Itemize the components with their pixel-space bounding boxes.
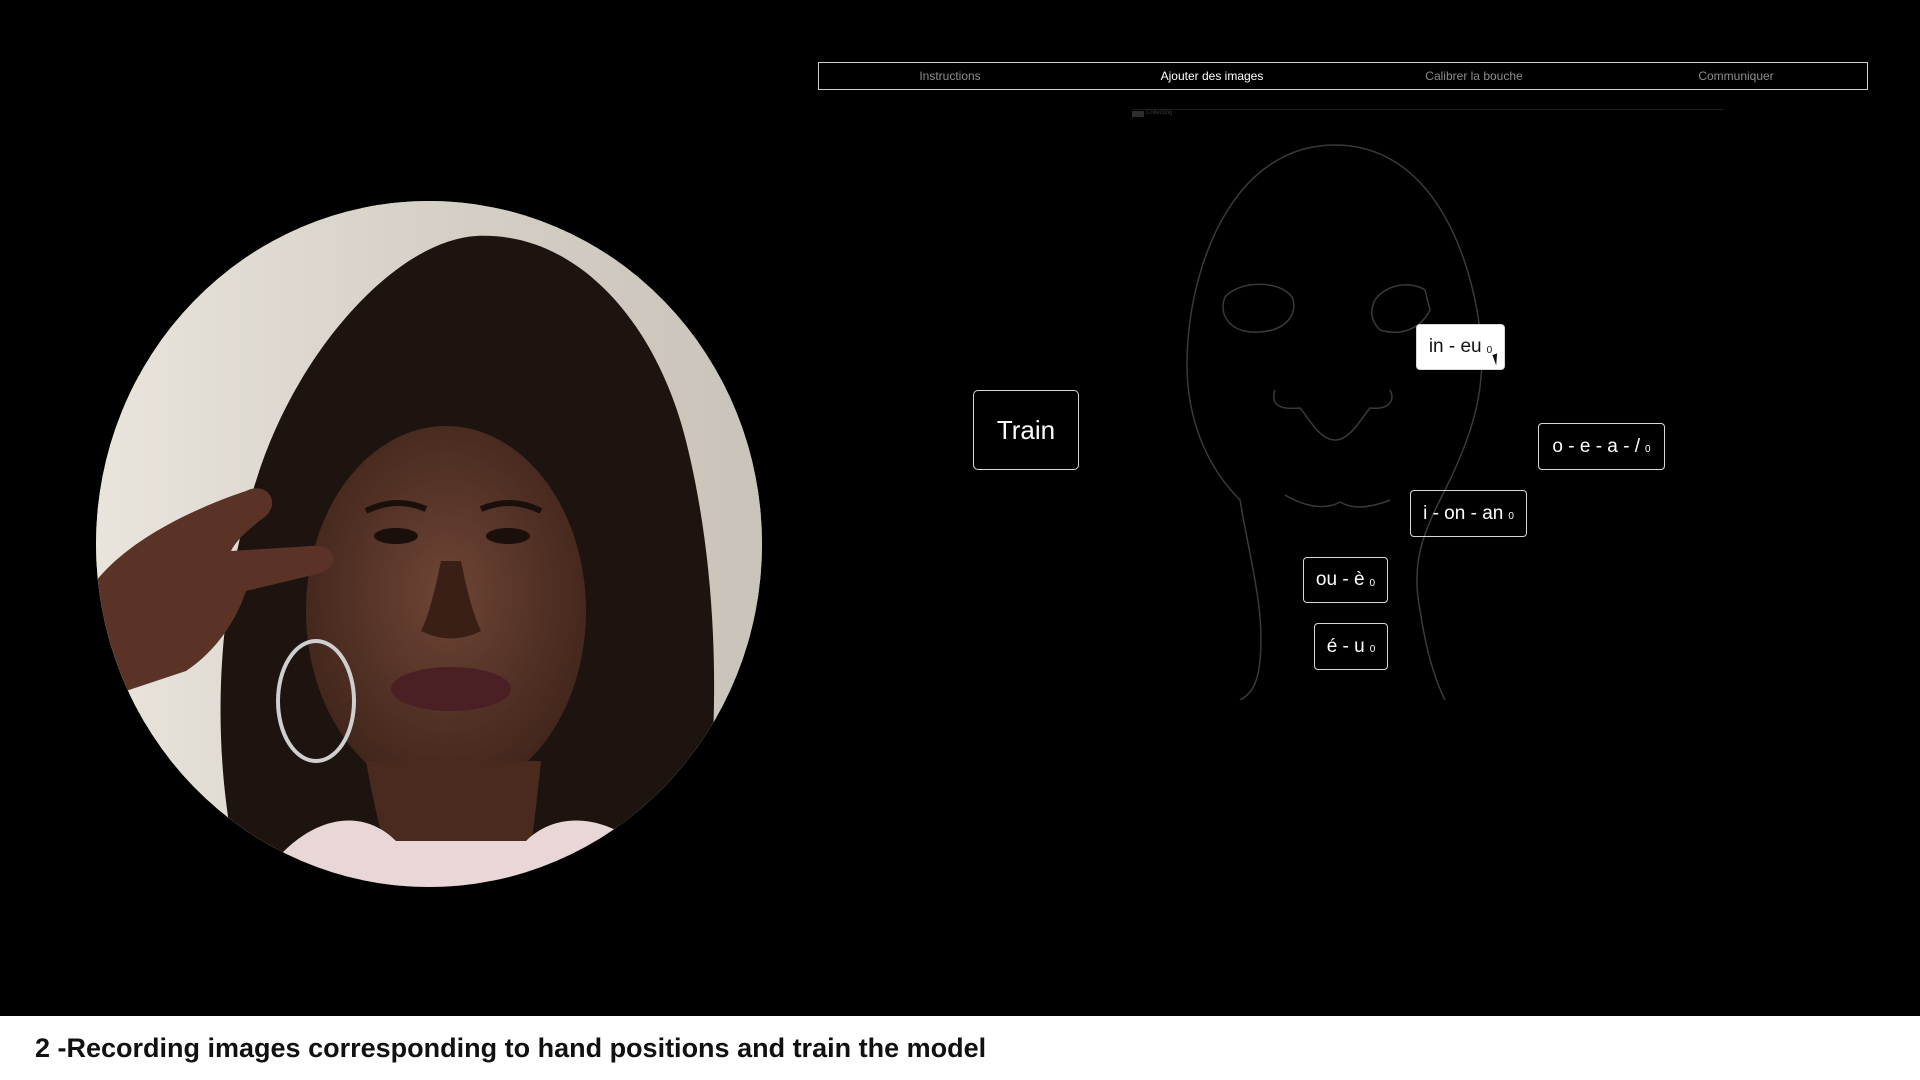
progress-fill	[1132, 111, 1144, 117]
tab-calibrate-mouth[interactable]: Calibrer la bouche	[1343, 69, 1605, 83]
tab-instructions[interactable]: Instructions	[819, 69, 1081, 83]
key-count: 0	[1369, 644, 1376, 655]
tab-add-images[interactable]: Ajouter des images	[1081, 69, 1343, 83]
app-stage: Instructions Ajouter des images Calibrer…	[0, 0, 1920, 1016]
key-in-eu-button[interactable]: in - eu 0	[1416, 324, 1505, 370]
nose-outline	[1273, 389, 1393, 441]
key-ou-e-button[interactable]: ou - è 0	[1303, 557, 1388, 603]
key-count: 0	[1486, 344, 1493, 356]
key-o-e-a-button[interactable]: o - e - a - / 0	[1538, 423, 1665, 470]
key-label: ou - è	[1315, 569, 1365, 590]
face-outline-illustration	[1186, 144, 1483, 700]
webcam-preview	[96, 201, 762, 887]
slide-caption: 2 -Recording images corresponding to han…	[35, 1033, 987, 1063]
key-count: 0	[1369, 577, 1376, 589]
key-label: é - u	[1326, 635, 1365, 657]
key-i-on-an-button[interactable]: i - on - an 0	[1410, 490, 1527, 537]
training-progress-bar: Collecting	[1132, 109, 1724, 118]
key-label: in - eu	[1428, 336, 1482, 357]
progress-label: Collecting	[1146, 110, 1173, 116]
key-label: o - e - a - /	[1552, 435, 1641, 457]
key-count: 0	[1508, 511, 1514, 522]
face-left-contour	[1186, 144, 1336, 700]
webcam-image	[96, 201, 762, 887]
key-label: i - on - an	[1423, 502, 1504, 524]
key-count: 0	[1645, 444, 1651, 455]
train-button[interactable]: Train	[973, 390, 1079, 470]
key-e-u-button[interactable]: é - u 0	[1314, 623, 1388, 670]
face-right-contour	[1334, 144, 1483, 700]
mouth-outline	[1284, 494, 1391, 508]
left-eye-outline	[1222, 283, 1295, 333]
main-nav: Instructions Ajouter des images Calibrer…	[818, 62, 1868, 90]
tab-communicate[interactable]: Communiquer	[1605, 69, 1867, 83]
